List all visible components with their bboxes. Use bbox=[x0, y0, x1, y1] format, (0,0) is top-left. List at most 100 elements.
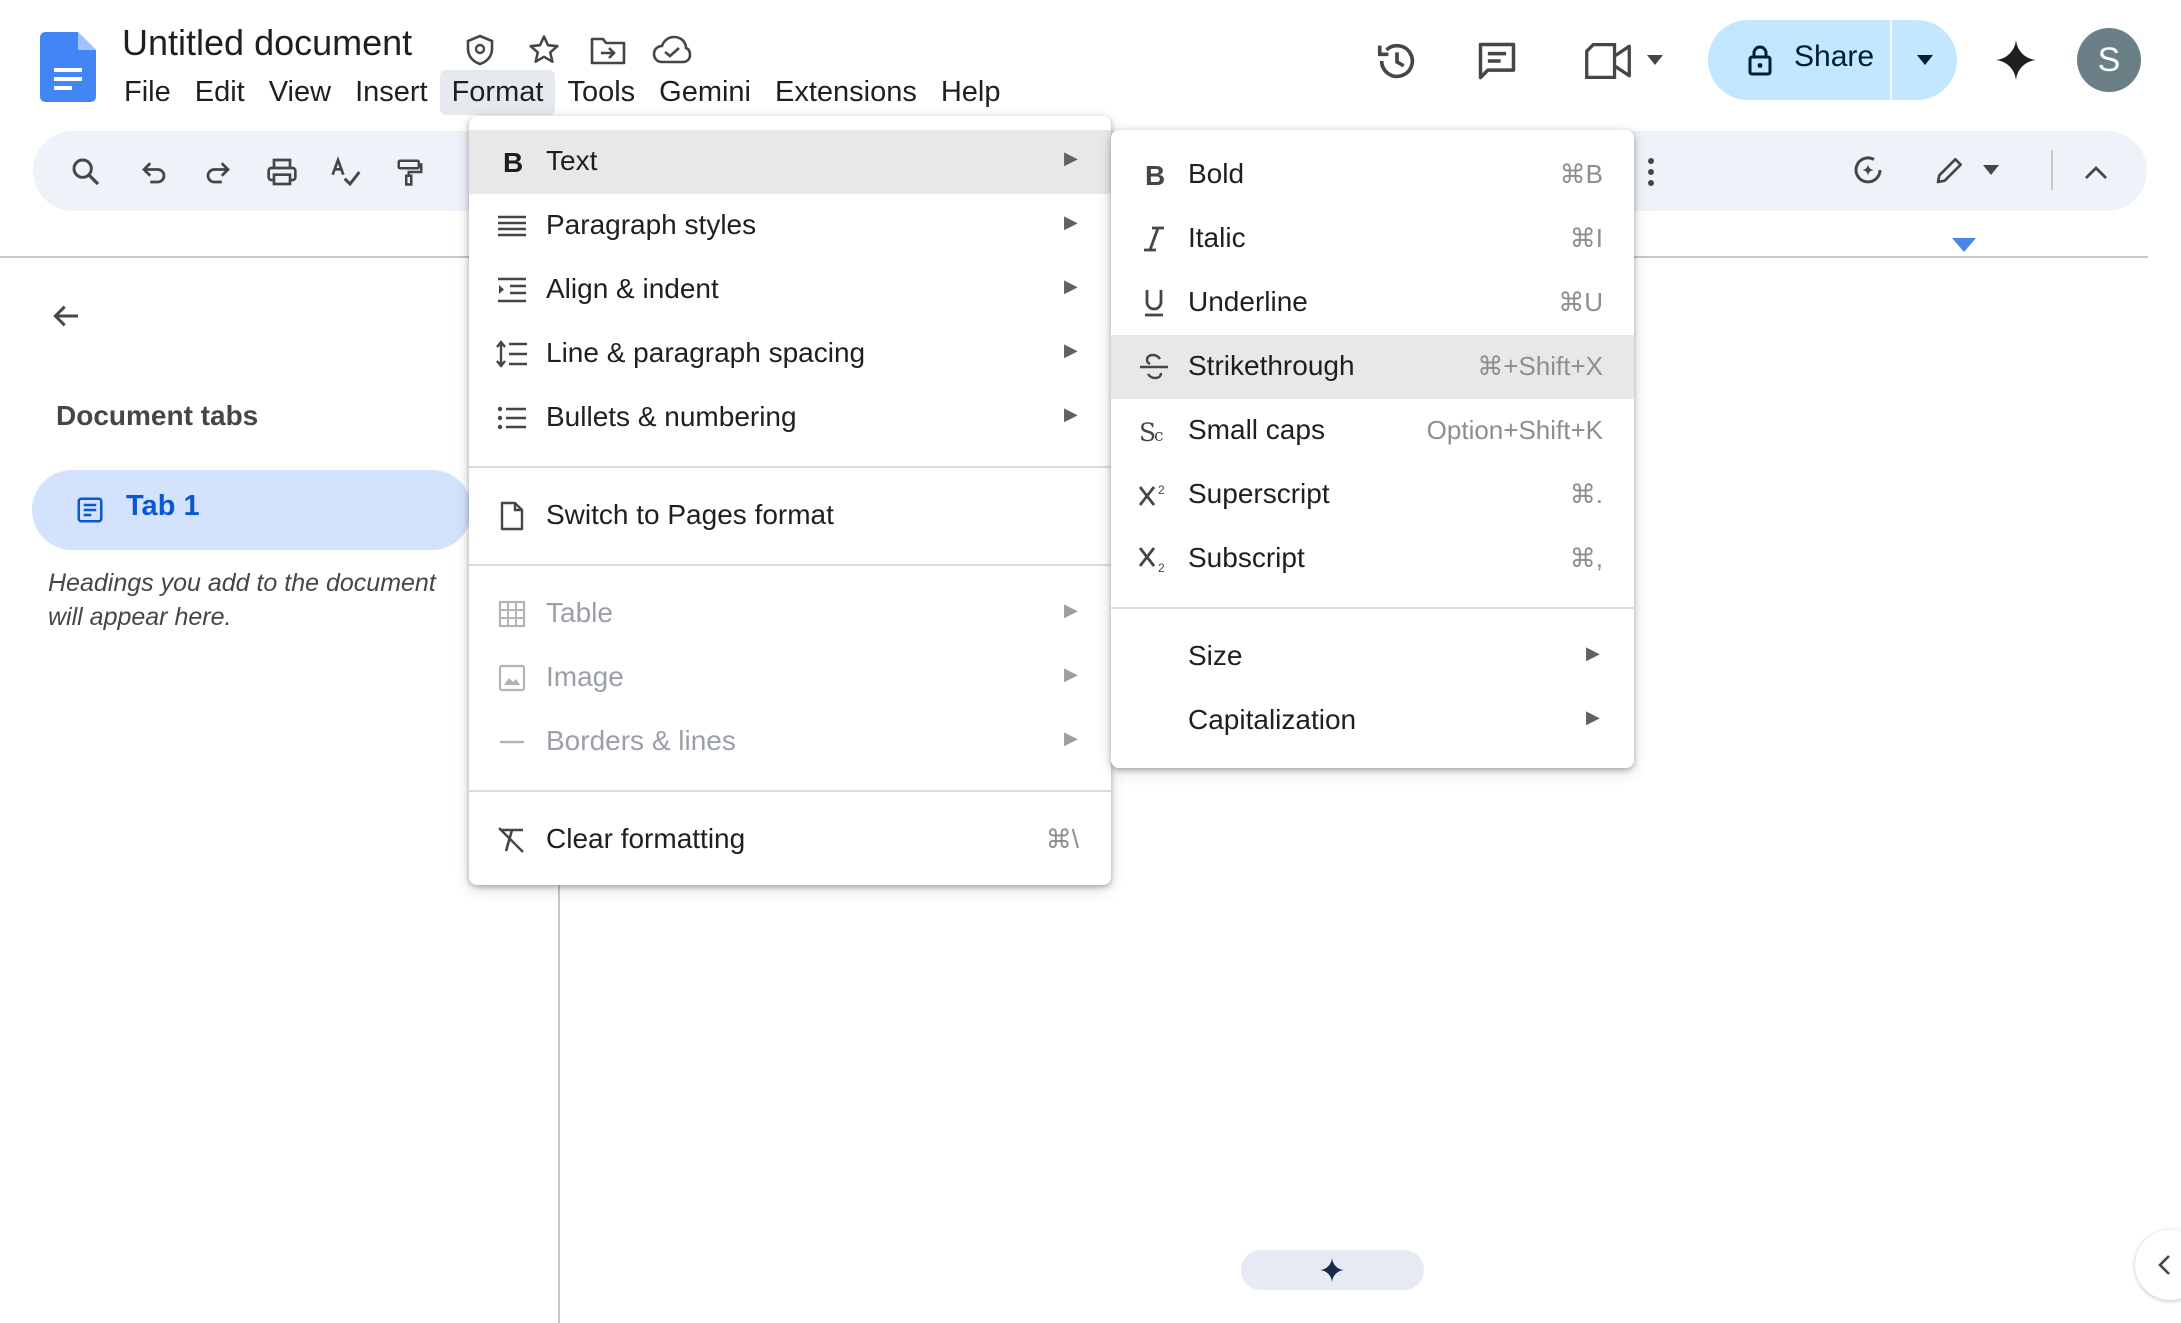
subscript-icon: 2 bbox=[1138, 543, 1170, 575]
format-menu-table[interactable]: Table ▶ bbox=[469, 582, 1111, 646]
image-icon bbox=[496, 662, 528, 694]
menu-view[interactable]: View bbox=[257, 70, 343, 115]
avatar[interactable]: S bbox=[2077, 28, 2141, 92]
menu-tools[interactable]: Tools bbox=[555, 70, 647, 115]
lock-icon bbox=[1745, 42, 1775, 78]
paint-format-icon[interactable] bbox=[390, 152, 430, 192]
svg-text:B: B bbox=[1145, 162, 1165, 188]
comments-icon[interactable] bbox=[1472, 36, 1522, 86]
underline-icon bbox=[1138, 287, 1170, 319]
menu-extensions[interactable]: Extensions bbox=[763, 70, 929, 115]
collapse-menus-chevron-up-icon[interactable] bbox=[2076, 152, 2116, 192]
bold-b-icon: B bbox=[496, 146, 528, 178]
clear-formatting-icon bbox=[496, 824, 528, 856]
docs-logo-icon[interactable] bbox=[40, 32, 96, 102]
shortcut-text: ⌘\ bbox=[1045, 824, 1079, 854]
small-caps-icon: Sc bbox=[1138, 415, 1170, 447]
menu-insert[interactable]: Insert bbox=[343, 70, 440, 115]
submenu-arrow-icon: ▶ bbox=[1064, 212, 1078, 232]
meet-video-icon[interactable] bbox=[1580, 38, 1636, 84]
sidebar-item-tab-1[interactable]: Tab 1 bbox=[32, 470, 472, 550]
submenu-arrow-icon: ▶ bbox=[1064, 276, 1078, 296]
submenu-arrow-icon: ▶ bbox=[1064, 340, 1078, 360]
menu-edit[interactable]: Edit bbox=[183, 70, 257, 115]
text-menu-bold[interactable]: B Bold ⌘B bbox=[1111, 143, 1634, 207]
align-indent-icon bbox=[496, 274, 528, 306]
line-spacing-icon bbox=[496, 338, 528, 370]
undo-icon[interactable] bbox=[134, 152, 174, 192]
share-button[interactable]: Share bbox=[1708, 20, 1889, 100]
submenu-arrow-icon: ▶ bbox=[1064, 728, 1078, 748]
share-button-group: Share bbox=[1708, 20, 1957, 100]
text-menu-strikethrough[interactable]: Strikethrough ⌘+Shift+X bbox=[1111, 335, 1634, 399]
back-arrow-icon[interactable] bbox=[44, 294, 88, 338]
shortcut-text: ⌘+Shift+X bbox=[1477, 351, 1603, 381]
gemini-refresh-icon[interactable] bbox=[1848, 150, 1888, 190]
editing-mode-chevron-icon[interactable] bbox=[1980, 162, 2002, 178]
shortcut-text: ⌘, bbox=[1569, 543, 1603, 573]
security-shield-icon[interactable] bbox=[462, 32, 498, 68]
gemini-spark-icon[interactable] bbox=[1992, 36, 2040, 84]
share-divider bbox=[1890, 20, 1892, 100]
headings-placeholder-note: Headings you add to the document will ap… bbox=[48, 569, 436, 631]
strikethrough-icon bbox=[1138, 351, 1170, 383]
version-history-icon[interactable] bbox=[1372, 36, 1422, 86]
format-menu-image[interactable]: Image ▶ bbox=[469, 646, 1111, 710]
editing-mode-pencil-icon[interactable] bbox=[1930, 150, 1970, 190]
submenu-arrow-icon: ▶ bbox=[1586, 643, 1600, 663]
format-menu-borders-lines[interactable]: Borders & lines ▶ bbox=[469, 710, 1111, 774]
document-tab-icon bbox=[72, 492, 108, 528]
submenu-arrow-icon: ▶ bbox=[1064, 148, 1078, 168]
menu-gemini[interactable]: Gemini bbox=[647, 70, 763, 115]
more-options-icon[interactable] bbox=[1636, 152, 1666, 192]
document-title[interactable]: Untitled document bbox=[122, 22, 412, 64]
text-menu-underline[interactable]: Underline ⌘U bbox=[1111, 271, 1634, 335]
text-menu-small-caps[interactable]: Sc Small caps Option+Shift+K bbox=[1111, 399, 1634, 463]
format-menu-text[interactable]: B Text ▶ bbox=[469, 130, 1111, 194]
paragraph-styles-icon bbox=[496, 210, 528, 242]
share-dropdown-chevron-icon[interactable] bbox=[1912, 50, 1938, 70]
format-menu-clear-formatting[interactable]: Clear formatting ⌘\ bbox=[469, 808, 1111, 872]
shortcut-text: ⌘I bbox=[1569, 223, 1603, 253]
horizontal-line-icon bbox=[496, 726, 528, 758]
star-icon[interactable] bbox=[524, 30, 564, 70]
move-folder-icon[interactable] bbox=[588, 30, 628, 70]
search-menus-icon[interactable] bbox=[66, 152, 106, 192]
spellcheck-icon[interactable] bbox=[326, 152, 366, 192]
superscript-icon: 2 bbox=[1138, 479, 1170, 511]
menu-format[interactable]: Format bbox=[439, 69, 556, 115]
format-menu-line-spacing[interactable]: Line & paragraph spacing ▶ bbox=[469, 322, 1111, 386]
text-menu-italic[interactable]: Italic ⌘I bbox=[1111, 207, 1634, 271]
shortcut-text: ⌘. bbox=[1569, 479, 1603, 509]
menu-separator bbox=[469, 466, 1111, 468]
shortcut-text: ⌘U bbox=[1558, 287, 1603, 317]
text-menu-subscript[interactable]: 2 Subscript ⌘, bbox=[1111, 527, 1634, 591]
share-label: Share bbox=[1794, 40, 1875, 73]
side-panel-toggle[interactable] bbox=[2135, 1230, 2181, 1300]
text-menu-superscript[interactable]: 2 Superscript ⌘. bbox=[1111, 463, 1634, 527]
table-icon bbox=[496, 598, 528, 630]
gemini-spark-small-icon bbox=[1317, 1255, 1347, 1285]
gemini-suggestion-pill[interactable] bbox=[1241, 1250, 1424, 1290]
italic-icon bbox=[1138, 223, 1170, 255]
shortcut-text: ⌘B bbox=[1559, 159, 1603, 189]
svg-text:c: c bbox=[1154, 426, 1164, 445]
ruler-indent-marker[interactable] bbox=[1952, 238, 1976, 252]
menu-separator bbox=[1111, 607, 1634, 609]
text-menu-capitalization[interactable]: Capitalization ▶ bbox=[1111, 689, 1634, 753]
text-submenu: B Bold ⌘B Italic ⌘I Underline ⌘U Striket… bbox=[1111, 130, 1634, 768]
menu-file[interactable]: File bbox=[112, 70, 183, 115]
print-icon[interactable] bbox=[262, 152, 302, 192]
menu-bar: File Edit View Insert Format Tools Gemin… bbox=[112, 69, 1013, 115]
cloud-saved-icon[interactable] bbox=[650, 30, 694, 70]
redo-icon[interactable] bbox=[198, 152, 238, 192]
text-menu-size[interactable]: Size ▶ bbox=[1111, 625, 1634, 689]
menu-help[interactable]: Help bbox=[929, 70, 1013, 115]
document-tabs-heading: Document tabs bbox=[56, 400, 259, 431]
format-menu-switch-pages[interactable]: Switch to Pages format bbox=[469, 484, 1111, 548]
format-menu-align-indent[interactable]: Align & indent ▶ bbox=[469, 258, 1111, 322]
meet-dropdown-chevron-icon[interactable] bbox=[1644, 50, 1666, 70]
format-menu-paragraph-styles[interactable]: Paragraph styles ▶ bbox=[469, 194, 1111, 258]
format-menu-bullets-numbering[interactable]: Bullets & numbering ▶ bbox=[469, 386, 1111, 450]
bold-icon: B bbox=[1138, 159, 1170, 191]
